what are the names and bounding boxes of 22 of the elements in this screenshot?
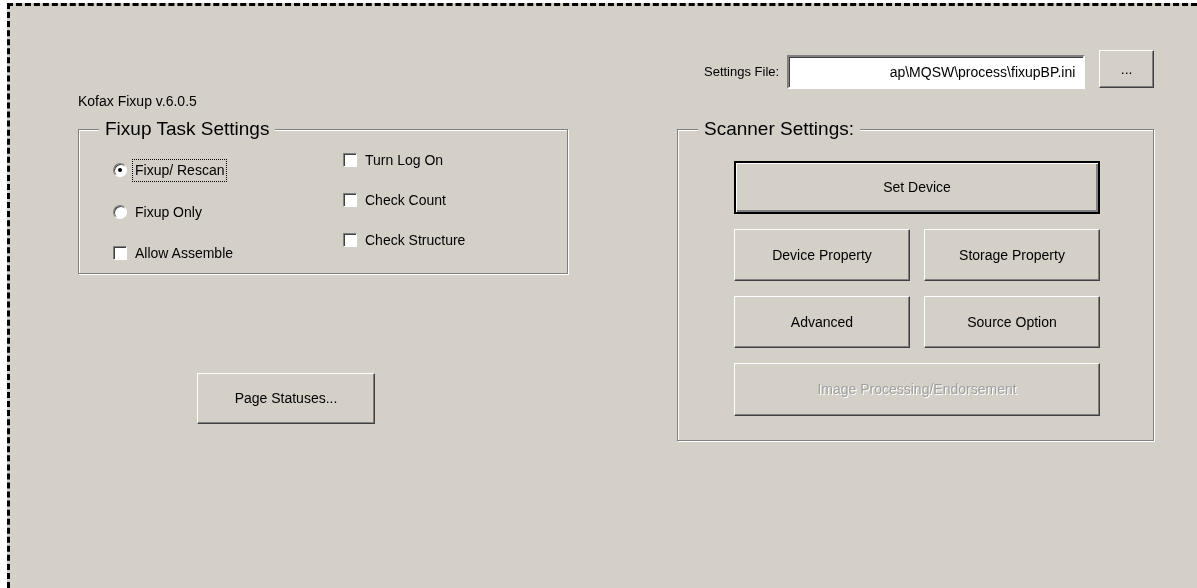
radio-button[interactable] <box>113 163 127 177</box>
scanner-button[interactable]: Advanced <box>734 296 910 348</box>
scanner-button[interactable]: Set Device <box>734 161 1100 214</box>
option-label[interactable]: Fixup Only <box>133 201 204 223</box>
scanner-button[interactable]: Device Property <box>734 229 910 281</box>
option-label[interactable]: Allow Assemble <box>133 242 236 264</box>
checkbox[interactable] <box>113 246 127 260</box>
radio-button[interactable] <box>113 205 127 219</box>
settings-file-field[interactable]: ap\MQSW\process\fixupBP.ini <box>787 55 1086 89</box>
browse-button[interactable]: ... <box>1099 50 1154 88</box>
page-statuses-button[interactable]: Page Statuses... <box>197 373 375 424</box>
option-label[interactable]: Check Structure <box>363 229 468 251</box>
checkbox[interactable] <box>343 233 357 247</box>
option-label[interactable]: Fixup/ Rescan <box>133 159 227 181</box>
scanner-button[interactable]: Storage Property <box>924 229 1100 281</box>
checkbox[interactable] <box>343 193 357 207</box>
option-label[interactable]: Check Count <box>363 189 448 211</box>
version-label: Kofax Fixup v.6.0.5 <box>78 92 198 111</box>
settings-file-label: Settings File: <box>704 63 780 81</box>
option-label[interactable]: Turn Log On <box>363 149 446 171</box>
checkbox[interactable] <box>343 153 357 167</box>
scanner-button[interactable]: Source Option <box>924 296 1100 348</box>
